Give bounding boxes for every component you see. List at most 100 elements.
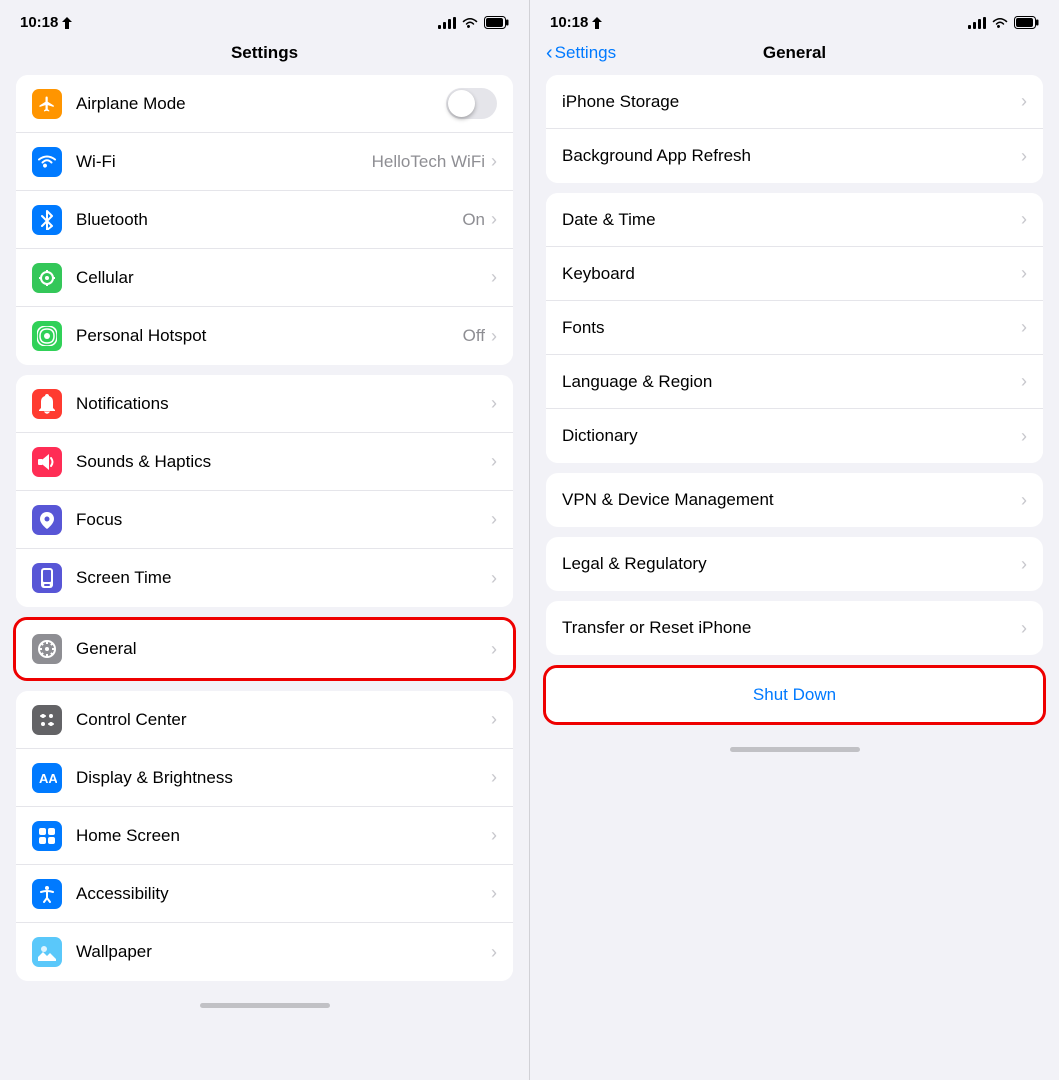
sounds-icon xyxy=(32,447,62,477)
right-wifi-icon xyxy=(992,17,1008,29)
right-panel: 10:18 ‹ xyxy=(530,0,1059,1080)
wifi-chevron: › xyxy=(491,151,497,172)
settings-row-dictionary[interactable]: Dictionary › xyxy=(546,409,1043,463)
settings-row-wallpaper[interactable]: Wallpaper › xyxy=(16,923,513,981)
left-nav-bar: Settings xyxy=(0,39,529,75)
left-group-notifications: Notifications › Sounds & Haptics › xyxy=(16,375,513,607)
fonts-chevron: › xyxy=(1021,317,1027,338)
settings-row-legal[interactable]: Legal & Regulatory › xyxy=(546,537,1043,591)
vpn-chevron: › xyxy=(1021,490,1027,511)
iphone-storage-chevron: › xyxy=(1021,91,1027,112)
wallpaper-label: Wallpaper xyxy=(76,942,491,962)
settings-row-vpn[interactable]: VPN & Device Management › xyxy=(546,473,1043,527)
wifi-status-icon xyxy=(462,17,478,29)
shutdown-label: Shut Down xyxy=(562,685,1027,705)
hotspot-value: Off xyxy=(463,326,485,346)
homescreen-label: Home Screen xyxy=(76,826,491,846)
legal-chevron: › xyxy=(1021,554,1027,575)
settings-row-sounds[interactable]: Sounds & Haptics › xyxy=(16,433,513,491)
right-location-icon xyxy=(592,17,602,29)
dictionary-chevron: › xyxy=(1021,426,1027,447)
settings-row-language[interactable]: Language & Region › xyxy=(546,355,1043,409)
right-status-bar: 10:18 xyxy=(530,0,1059,39)
settings-row-hotspot[interactable]: Personal Hotspot Off › xyxy=(16,307,513,365)
settings-row-keyboard[interactable]: Keyboard › xyxy=(546,247,1043,301)
settings-row-background-refresh[interactable]: Background App Refresh › xyxy=(546,129,1043,183)
language-chevron: › xyxy=(1021,371,1027,392)
right-group-language: Date & Time › Keyboard › Fonts › Languag… xyxy=(546,193,1043,463)
accessibility-chevron: › xyxy=(491,883,497,904)
bluetooth-icon xyxy=(32,205,62,235)
right-group-transfer: Transfer or Reset iPhone › xyxy=(546,601,1043,655)
left-group-display: Control Center › AA Display & Brightness… xyxy=(16,691,513,981)
transfer-label: Transfer or Reset iPhone xyxy=(562,618,1021,638)
focus-label: Focus xyxy=(76,510,491,530)
battery-icon xyxy=(484,16,509,29)
settings-row-bluetooth[interactable]: Bluetooth On › xyxy=(16,191,513,249)
left-group-connectivity: Airplane Mode Wi-Fi HelloTech WiFi › xyxy=(16,75,513,365)
settings-row-date-time[interactable]: Date & Time › xyxy=(546,193,1043,247)
back-chevron-icon: ‹ xyxy=(546,43,553,63)
display-label: Display & Brightness xyxy=(76,768,491,788)
settings-row-shutdown[interactable]: Shut Down xyxy=(546,668,1043,722)
settings-row-airplane[interactable]: Airplane Mode xyxy=(16,75,513,133)
iphone-storage-label: iPhone Storage xyxy=(562,92,1021,112)
right-time-text: 10:18 xyxy=(550,14,588,31)
settings-row-notifications[interactable]: Notifications › xyxy=(16,375,513,433)
wifi-label: Wi-Fi xyxy=(76,152,372,172)
notifications-label: Notifications xyxy=(76,394,491,414)
accessibility-label: Accessibility xyxy=(76,884,491,904)
left-status-bar: 10:18 xyxy=(0,0,529,39)
general-label: General xyxy=(76,639,491,659)
background-refresh-label: Background App Refresh xyxy=(562,146,1021,166)
hotspot-label: Personal Hotspot xyxy=(76,326,463,346)
right-scroll[interactable]: iPhone Storage › Background App Refresh … xyxy=(530,75,1059,1080)
screentime-icon xyxy=(32,563,62,593)
general-highlight-box[interactable]: General › xyxy=(13,617,516,681)
accessibility-row-icon xyxy=(32,879,62,909)
wifi-row-icon xyxy=(32,147,62,177)
settings-row-general[interactable]: General › xyxy=(16,620,513,678)
settings-row-focus[interactable]: Focus › xyxy=(16,491,513,549)
settings-row-cellular[interactable]: Cellular › xyxy=(16,249,513,307)
left-scroll[interactable]: Airplane Mode Wi-Fi HelloTech WiFi › xyxy=(0,75,529,1080)
settings-row-screentime[interactable]: Screen Time › xyxy=(16,549,513,607)
settings-row-fonts[interactable]: Fonts › xyxy=(546,301,1043,355)
right-group-vpn: VPN & Device Management › xyxy=(546,473,1043,527)
settings-row-control-center[interactable]: Control Center › xyxy=(16,691,513,749)
right-time: 10:18 xyxy=(550,14,602,31)
left-status-icons xyxy=(438,16,509,29)
settings-row-display[interactable]: AA Display & Brightness › xyxy=(16,749,513,807)
right-battery-icon xyxy=(1014,16,1039,29)
settings-row-accessibility[interactable]: Accessibility › xyxy=(16,865,513,923)
bluetooth-chevron: › xyxy=(491,209,497,230)
fonts-label: Fonts xyxy=(562,318,1021,338)
hotspot-chevron: › xyxy=(491,326,497,347)
wallpaper-chevron: › xyxy=(491,942,497,963)
sounds-chevron: › xyxy=(491,451,497,472)
notifications-icon xyxy=(32,389,62,419)
right-page-title: General xyxy=(763,43,826,63)
control-center-icon xyxy=(32,705,62,735)
airplane-toggle[interactable] xyxy=(446,88,497,119)
back-button[interactable]: ‹ Settings xyxy=(546,43,616,63)
right-home-indicator xyxy=(530,735,1059,760)
bluetooth-value: On xyxy=(462,210,485,230)
shutdown-highlight-box[interactable]: Shut Down xyxy=(543,665,1046,725)
settings-row-wifi[interactable]: Wi-Fi HelloTech WiFi › xyxy=(16,133,513,191)
cellular-icon xyxy=(32,263,62,293)
background-refresh-chevron: › xyxy=(1021,146,1027,167)
right-group-storage: iPhone Storage › Background App Refresh … xyxy=(546,75,1043,183)
focus-icon xyxy=(32,505,62,535)
date-time-chevron: › xyxy=(1021,209,1027,230)
airplane-label: Airplane Mode xyxy=(76,94,446,114)
vpn-label: VPN & Device Management xyxy=(562,490,1021,510)
legal-label: Legal & Regulatory xyxy=(562,554,1021,574)
cellular-label: Cellular xyxy=(76,268,491,288)
general-chevron: › xyxy=(491,639,497,660)
right-nav-bar: ‹ Settings General xyxy=(530,39,1059,75)
left-page-title: Settings xyxy=(231,43,298,63)
settings-row-homescreen[interactable]: Home Screen › xyxy=(16,807,513,865)
settings-row-transfer[interactable]: Transfer or Reset iPhone › xyxy=(546,601,1043,655)
settings-row-iphone-storage[interactable]: iPhone Storage › xyxy=(546,75,1043,129)
